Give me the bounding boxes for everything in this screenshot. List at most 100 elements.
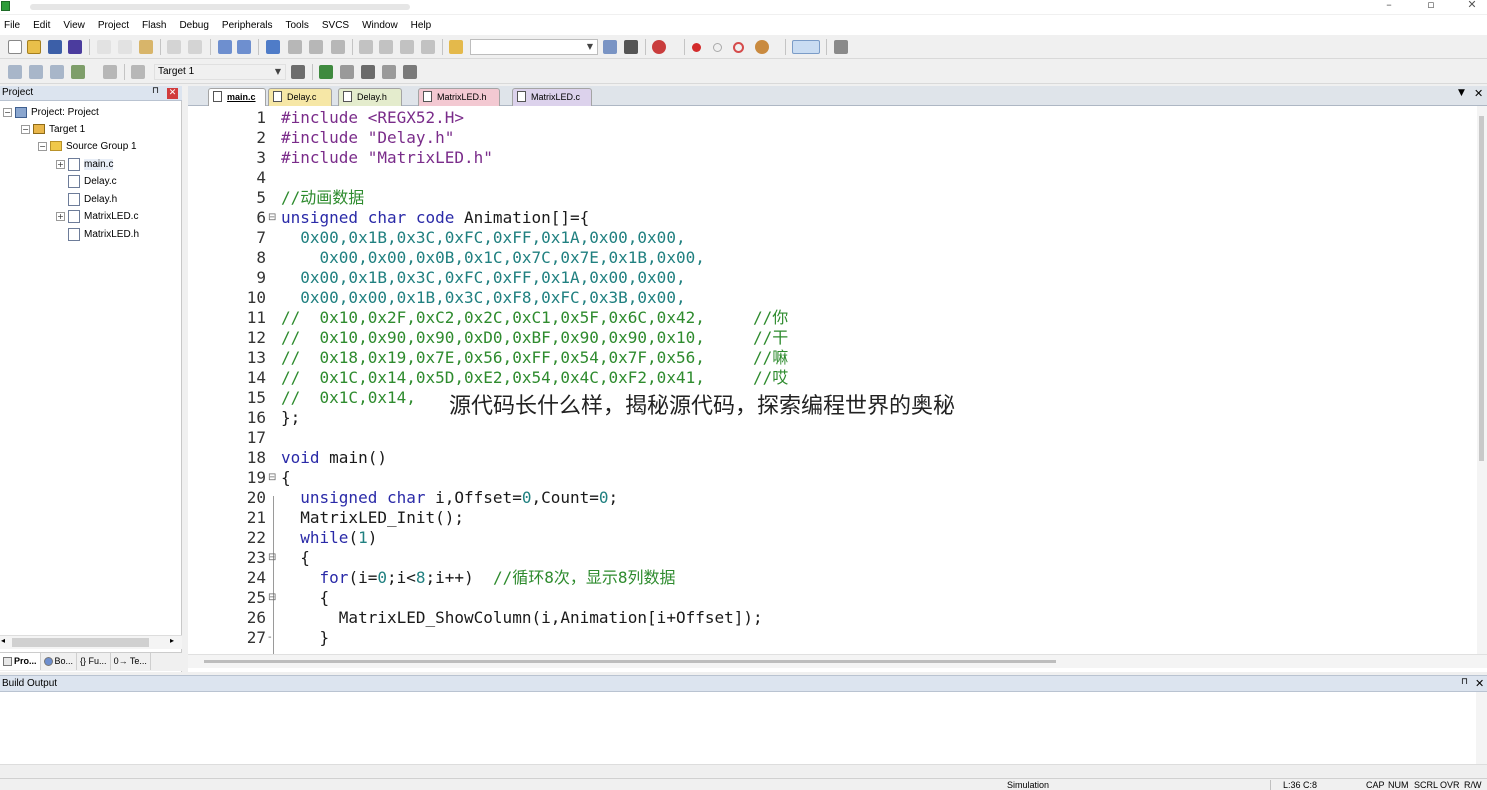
tab-delay-h[interactable]: Delay.h (338, 88, 402, 106)
code-line[interactable]: 1 #include <REGX52.H> (188, 108, 1472, 128)
code-line[interactable]: 23 ⊟ { (188, 548, 1472, 568)
build-icon[interactable] (29, 65, 43, 79)
clear-bookmarks-icon[interactable] (331, 40, 345, 54)
editor-horizontal-scrollbar[interactable] (188, 654, 1487, 668)
project-horizontal-scrollbar[interactable]: ◂ ▸ (0, 635, 182, 649)
code-line[interactable]: 14 // 0x1C,0x14,0x5D,0xE2,0x54,0x4C,0xF2,… (188, 368, 1472, 388)
tree-item-file[interactable]: Delay.c (56, 173, 117, 189)
manage-components-icon[interactable] (319, 65, 333, 79)
fold-toggle-icon[interactable]: ⊟ (268, 588, 278, 608)
menu-view[interactable]: View (63, 20, 85, 31)
configure-icon[interactable] (755, 40, 769, 54)
copy-icon[interactable] (118, 40, 132, 54)
menu-project[interactable]: Project (98, 20, 129, 31)
load-download-icon[interactable] (103, 65, 117, 79)
code-area[interactable]: 1 #include <REGX52.H> 2 #include "Delay.h" 3… (188, 106, 1472, 654)
unindent-icon[interactable] (379, 40, 393, 54)
tab-functions[interactable]: {} Fu... (77, 653, 111, 670)
file-extensions-icon[interactable] (340, 65, 354, 79)
rte-icon[interactable] (361, 65, 375, 79)
collapse-icon[interactable]: − (38, 141, 47, 151)
code-line[interactable]: 4 (188, 168, 1472, 188)
disable-breakpoint-icon[interactable] (713, 43, 722, 52)
next-bookmark-icon[interactable] (309, 40, 323, 54)
tree-item-file[interactable]: Delay.h (56, 191, 117, 207)
build-output-horizontal-scrollbar[interactable] (0, 764, 1487, 777)
tree-item-project[interactable]: − Project: Project (3, 104, 99, 120)
tab-list-dropdown-icon[interactable]: ▼ (1458, 88, 1465, 98)
tab-delay-c[interactable]: Delay.c (268, 88, 332, 106)
wrench-icon[interactable] (834, 40, 848, 54)
open-file-icon[interactable] (27, 40, 41, 54)
code-line[interactable]: 2 #include "Delay.h" (188, 128, 1472, 148)
scrollbar-thumb[interactable] (204, 660, 1056, 663)
rebuild-icon[interactable] (50, 65, 64, 79)
menu-flash[interactable]: Flash (142, 20, 166, 31)
close-icon[interactable]: ✕ (1474, 87, 1483, 100)
maximize-button[interactable]: ▫ (1416, 0, 1446, 13)
find-combo[interactable]: ▼ (470, 39, 598, 55)
select-software-packs-icon[interactable] (403, 65, 417, 79)
target-options-icon[interactable] (291, 65, 305, 79)
code-line[interactable]: 10 0x00,0x00,0x1B,0x3C,0xF8,0xFC,0x3B,0x… (188, 288, 1472, 308)
fold-toggle-icon[interactable]: ⊟ (268, 208, 278, 228)
incremental-find-icon[interactable] (624, 40, 638, 54)
nav-forward-icon[interactable] (237, 40, 251, 54)
indent-icon[interactable] (359, 40, 373, 54)
menu-help[interactable]: Help (411, 20, 432, 31)
breakpoint-icon[interactable] (692, 43, 701, 52)
chevron-down-icon[interactable]: ▼ (272, 65, 284, 79)
pin-icon[interactable]: ⊓ (1461, 677, 1468, 687)
tree-item-target[interactable]: − Target 1 (21, 121, 85, 137)
undo-icon[interactable] (167, 40, 181, 54)
pin-icon[interactable]: ⊓ (152, 86, 159, 96)
code-line[interactable]: 27- } (188, 628, 1472, 648)
uncomment-icon[interactable] (421, 40, 435, 54)
kill-breakpoints-icon[interactable] (733, 42, 744, 53)
redo-icon[interactable] (188, 40, 202, 54)
code-line[interactable]: 12 // 0x10,0x90,0x90,0xD0,0xBF,0x90,0x90,… (188, 328, 1472, 348)
stop-build-icon[interactable] (131, 65, 145, 79)
fold-toggle-icon[interactable]: - (268, 628, 278, 648)
editor-vertical-scrollbar[interactable] (1477, 106, 1487, 654)
code-line[interactable]: 6 ⊟ unsigned char code Animation[]={ (188, 208, 1472, 228)
close-window-button[interactable]: ✕ (1457, 0, 1487, 13)
tab-main-c[interactable]: main.c (208, 88, 266, 106)
code-line[interactable]: 9 0x00,0x1B,0x3C,0xFC,0xFF,0x1A,0x00,0x0… (188, 268, 1472, 288)
batch-build-icon[interactable] (71, 65, 85, 79)
tab-matrixled-h[interactable]: MatrixLED.h (418, 88, 500, 106)
minimize-button[interactable]: – (1374, 0, 1404, 13)
scroll-left-icon[interactable]: ◂ (1, 636, 11, 645)
code-line[interactable]: 26 MatrixLED_ShowColumn(i,Animation[i+Of… (188, 608, 1472, 628)
code-line[interactable]: 13 // 0x18,0x19,0x7E,0x56,0xFF,0x54,0x7F,… (188, 348, 1472, 368)
comment-icon[interactable] (400, 40, 414, 54)
target-combo[interactable]: Target 1 ▼ (154, 64, 286, 80)
code-line[interactable]: 20 unsigned char i,Offset=0,Count=0; (188, 488, 1472, 508)
scrollbar-thumb[interactable] (12, 638, 149, 647)
save-icon[interactable] (48, 40, 62, 54)
nav-back-icon[interactable] (218, 40, 232, 54)
tree-item-source-group[interactable]: − Source Group 1 (38, 138, 137, 154)
pack-installer-icon[interactable] (382, 65, 396, 79)
code-line[interactable]: 24 for(i=0;i<8;i++) //循环8次，显示8列数据 (188, 568, 1472, 588)
collapse-icon[interactable]: − (21, 124, 30, 134)
scroll-right-icon[interactable]: ▸ (170, 636, 180, 645)
code-line[interactable]: 5 //动画数据 (188, 188, 1472, 208)
fold-toggle-icon[interactable]: ⊟ (268, 548, 278, 568)
code-line[interactable]: 11 // 0x10,0x2F,0xC2,0x2C,0xC1,0x5F,0x6C,… (188, 308, 1472, 328)
expand-icon[interactable]: + (56, 159, 65, 169)
code-line[interactable]: 7 0x00,0x1B,0x3C,0xFC,0xFF,0x1A,0x00,0x0… (188, 228, 1472, 248)
tab-templates[interactable]: 0→ Te... (111, 653, 151, 670)
menu-window[interactable]: Window (362, 20, 398, 31)
bookmark-icon[interactable] (266, 40, 280, 54)
expand-icon[interactable]: + (56, 211, 65, 221)
menu-tools[interactable]: Tools (286, 20, 309, 31)
find-in-files-icon[interactable] (449, 40, 463, 54)
tree-item-file[interactable]: MatrixLED.h (56, 226, 139, 242)
tree-item-file[interactable]: + MatrixLED.c (56, 208, 138, 224)
code-line[interactable]: 18 void main() (188, 448, 1472, 468)
build-output-vertical-scrollbar[interactable] (1476, 692, 1487, 764)
menu-edit[interactable]: Edit (33, 20, 50, 31)
close-icon[interactable]: ✕ (1475, 677, 1484, 690)
code-line[interactable]: 19 ⊟{ (188, 468, 1472, 488)
